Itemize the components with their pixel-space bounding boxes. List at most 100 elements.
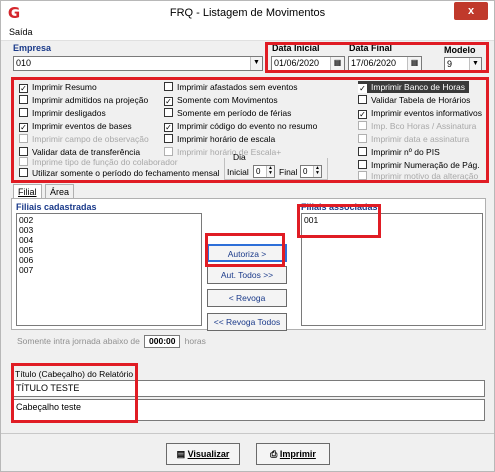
list-item[interactable]: 006 [19,255,199,265]
option-label: Utilizar somente o período do fechamento… [32,168,220,178]
tab-label: Filial [18,187,37,197]
opt-imprimir-desligados[interactable]: Imprimir desligados [19,107,106,119]
modelo-label: Modelo [444,45,476,55]
data-inicial-label: Data Inicial [272,43,320,53]
printer-icon: ⎙ [270,449,280,459]
opt-imprimir-campo-observacao: Imprimir campo de observação [19,133,149,145]
chevron-down-icon[interactable]: ▼ [469,58,481,71]
opt-imprimir-eventos-informativos[interactable]: ✓ Imprimir eventos informativos [358,107,482,119]
checkbox[interactable]: ✓ [164,97,173,106]
checkbox[interactable] [358,95,367,104]
title-bar: G FRQ - Listagem de Movimentos x [1,1,494,25]
tab-filial[interactable]: Filial [13,184,42,198]
option-label: Imprimir eventos de bases [32,121,132,131]
option-label: Imprimir horário de escala [177,134,276,144]
chevron-down-icon[interactable]: ▼ [250,57,262,70]
option-label: Validar Tabela de Horários [371,95,471,105]
filiais-cadastradas-list[interactable]: 002 003 004 005 006 007 [16,213,202,326]
filiais-cadastradas-label: Filiais cadastradas [16,202,97,212]
checkbox[interactable] [19,168,28,177]
imprimir-button[interactable]: ⎙ Imprimir [256,443,330,465]
filiais-associadas-list[interactable]: 001 [301,213,483,326]
checkbox [19,157,28,166]
revoga-todos-button[interactable]: << Revoga Todos [207,313,287,331]
spinner-arrows-icon[interactable]: ▲ ▼ [266,166,274,177]
window-title: FRQ - Listagem de Movimentos [169,7,326,19]
list-item[interactable]: 002 [19,215,199,225]
close-button[interactable]: x [454,2,488,20]
opt-imprimir-afastados[interactable]: Imprimir afastados sem eventos [164,81,297,93]
opt-imprimir-horario-escala[interactable]: Imprimir horário de escala [164,133,275,145]
list-item[interactable]: 001 [304,215,480,225]
checkbox[interactable]: ✓ [358,110,367,119]
list-item[interactable]: 007 [19,265,199,275]
intrajornada-field[interactable]: 000:00 [144,335,181,348]
checkbox[interactable]: ✓ [19,84,28,93]
checkbox[interactable] [358,160,367,169]
checkbox[interactable] [164,134,173,143]
option-label: Somente em período de férias [177,108,292,118]
option-label: Imprimir Numeração de Pág. [371,160,480,170]
tab-area[interactable]: Área [45,184,75,198]
checkbox[interactable] [19,108,28,117]
data-final-value: 17/06/2020 [351,58,397,68]
opt-imprimir-banco-horas[interactable]: ✓ Imprimir Banco de Horas [358,81,470,93]
option-label: Imprimir código do evento no resumo [177,121,318,131]
opt-imprimir-data-assinatura: Imprimir data e assinatura [358,133,469,145]
calendar-icon[interactable]: ▦ [407,57,421,70]
spinner-arrows-icon[interactable]: ▲ ▼ [313,166,321,177]
visualizar-label: Visualizar [187,449,230,459]
opt-imprimir-codigo-evento[interactable]: ✓ Imprimir código do evento no resumo [164,120,317,132]
checkbox[interactable]: ✓ [19,123,28,132]
checkbox[interactable] [19,95,28,104]
modelo-value: 9 [447,59,453,69]
checkbox[interactable] [164,82,173,91]
option-label: Imprimir motivo da alteração [371,171,479,181]
opt-imprimir-resumo[interactable]: ✓ Imprimir Resumo [19,81,97,93]
option-label: Somente com Movimentos [177,95,278,105]
opt-somente-ferias[interactable]: Somente em período de férias [164,107,291,119]
option-label: Imprimir admitidos na projeção [32,95,149,105]
checkbox[interactable]: ✓ [164,123,173,132]
option-label: Imprimir afastados sem eventos [177,82,298,92]
checkbox [164,147,173,156]
empresa-value: 010 [16,58,32,68]
autoriza-todos-button[interactable]: Aut. Todos >> [207,266,287,284]
option-label: Imprimir campo de observação [32,134,149,144]
opt-imprimir-motivo-alteracao: Imprimir motivo da alteração [358,170,478,182]
revoga-button[interactable]: < Revoga [207,289,287,307]
opt-utilizar-periodo-fechamento[interactable]: Utilizar somente o período do fechamento… [19,167,220,179]
opt-somente-movimentos[interactable]: ✓ Somente com Movimentos [164,94,278,106]
empresa-select[interactable]: 010 ▼ [13,56,263,71]
opt-imprimir-admitidos[interactable]: Imprimir admitidos na projeção [19,94,148,106]
opt-imprimir-eventos-bases[interactable]: ✓ Imprimir eventos de bases [19,120,132,132]
menu-item-saida[interactable]: Saída [9,27,33,37]
preview-icon: ▤ [176,449,188,459]
dia-final-spinner[interactable]: 0 ▲ ▼ [300,165,322,178]
data-inicial-field[interactable]: 01/06/2020 ▦ [271,56,345,71]
titulo-line1-input[interactable]: TÍTULO TESTE [13,380,485,397]
opt-validar-tabela-horarios[interactable]: Validar Tabela de Horários [358,94,470,106]
checkbox[interactable]: ✓ [358,84,367,93]
intrajornada-row: Somente intra jornada abaixo de 000:00 h… [17,335,206,348]
modelo-select[interactable]: 9 ▼ [444,57,482,72]
option-label: Imprimir data e assinatura [371,134,470,144]
data-final-field[interactable]: 17/06/2020 ▦ [348,56,422,71]
option-label: Imprimir horário de Escala+ [177,147,282,157]
list-item[interactable]: 004 [19,235,199,245]
intrajornada-suffix: horas [184,335,206,346]
checkbox[interactable] [19,147,28,156]
autoriza-button[interactable]: Autoriza > [207,244,287,262]
titulo-label: Título (Cabeçalho) do Relatório [15,369,134,379]
titulo-line2-input[interactable]: Cabeçalho teste [13,399,485,421]
calendar-icon[interactable]: ▦ [330,57,344,70]
list-item[interactable]: 005 [19,245,199,255]
checkbox [19,134,28,143]
checkbox [358,134,367,143]
visualizar-button[interactable]: ▤ Visualizar [166,443,240,465]
checkbox[interactable] [358,147,367,156]
opt-imprimir-pis[interactable]: Imprimir nº do PIS [358,146,440,158]
dia-inicial-spinner[interactable]: 0 ▲ ▼ [253,165,275,178]
checkbox[interactable] [164,108,173,117]
list-item[interactable]: 003 [19,225,199,235]
